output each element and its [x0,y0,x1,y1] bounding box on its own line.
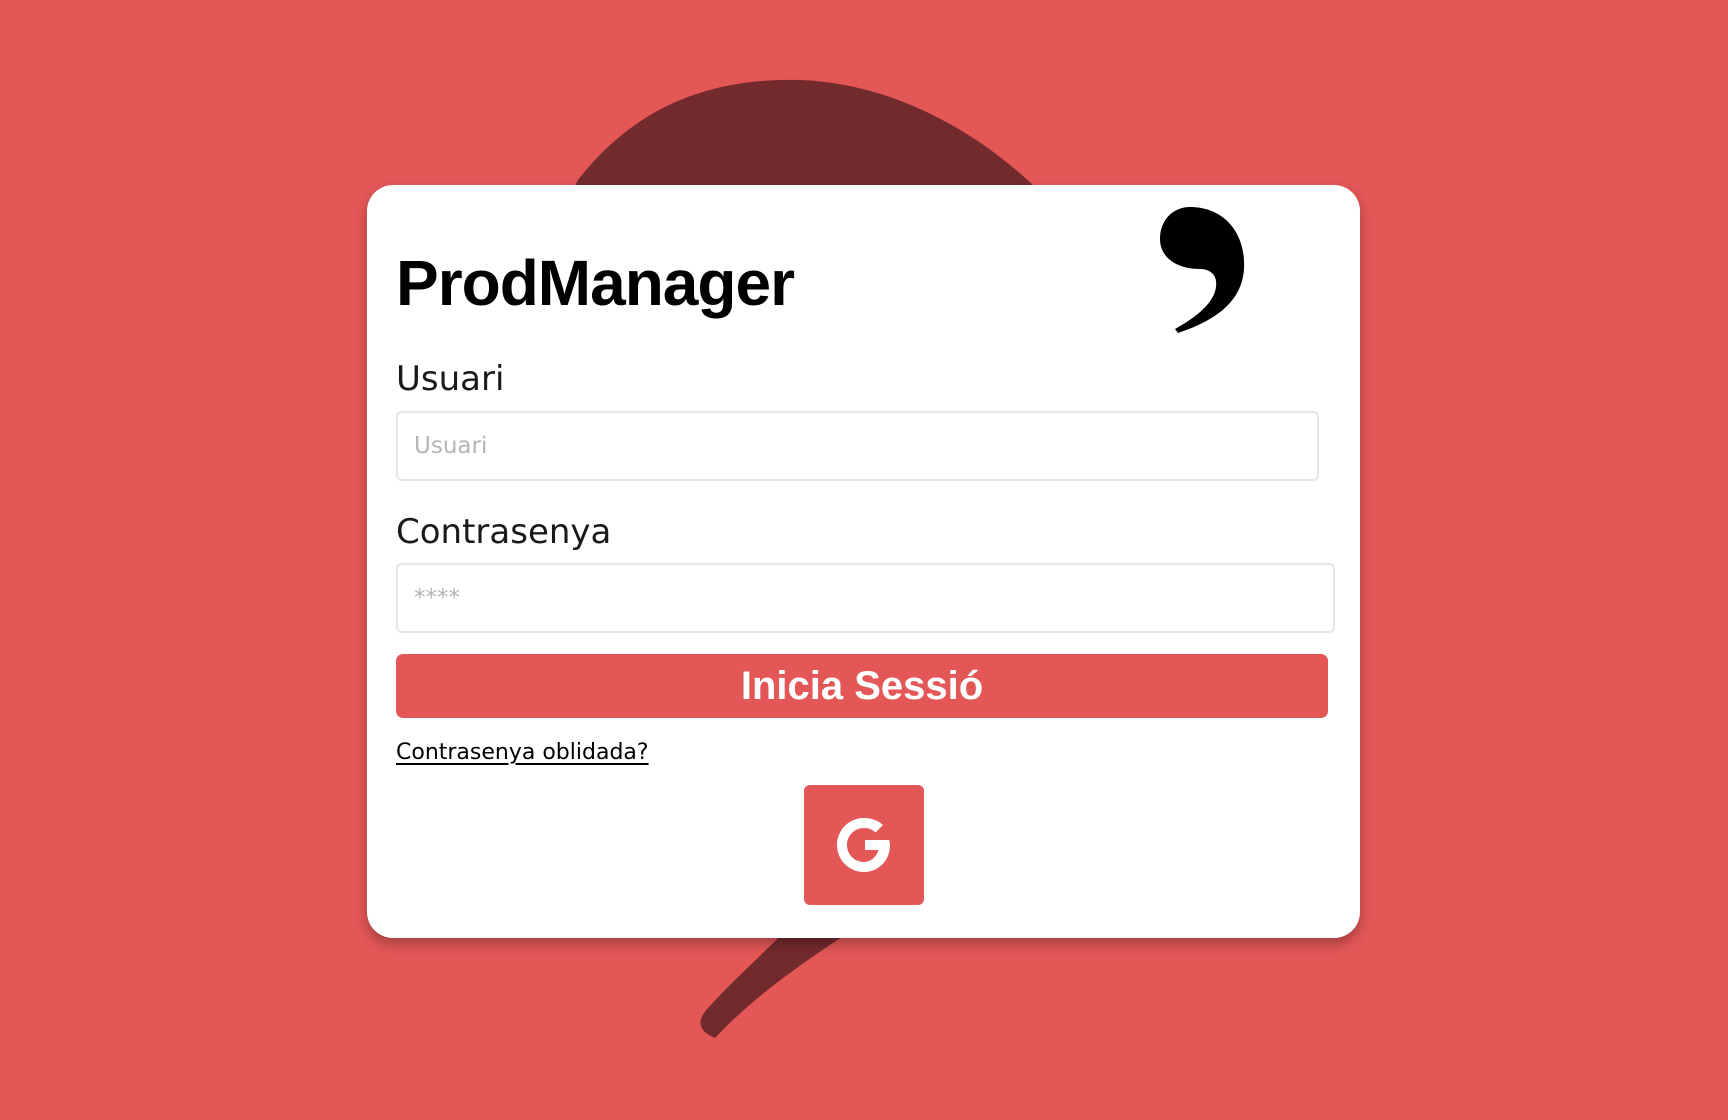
forgot-password-link[interactable]: Contrasenya oblidada? [396,740,649,765]
password-input[interactable] [396,563,1335,633]
login-card: ProdManager Usuari Contrasenya Inicia Se… [367,185,1360,938]
username-input[interactable] [396,411,1319,481]
app-title: ProdManager [396,247,795,319]
username-label: Usuari [396,359,505,399]
password-label: Contrasenya [396,512,612,552]
login-page: ProdManager Usuari Contrasenya Inicia Se… [0,0,1728,1120]
google-login-button[interactable] [804,785,924,905]
google-g-icon [837,818,890,872]
comma-logo-icon [1160,207,1245,333]
login-button[interactable]: Inicia Sessió [396,654,1328,718]
